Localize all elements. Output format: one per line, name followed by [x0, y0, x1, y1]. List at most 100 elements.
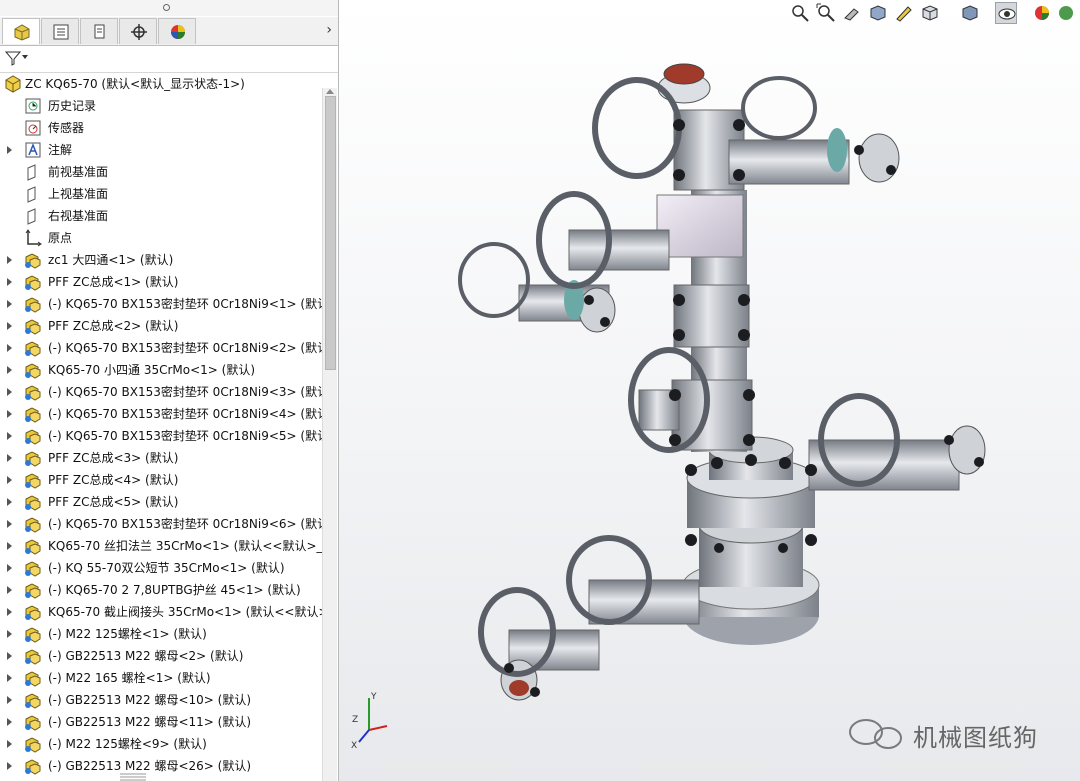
- tree-item[interactable]: (-) KQ 55-70双公短节 35CrMo<1> (默认): [0, 557, 322, 579]
- expand-arrow-icon[interactable]: [7, 498, 12, 506]
- tree-item[interactable]: 前视基准面: [0, 161, 322, 183]
- tree-item[interactable]: 注解: [0, 139, 322, 161]
- tree-item[interactable]: PFF ZC总成<4> (默认): [0, 469, 322, 491]
- tab-scroll-right-icon[interactable]: ›: [326, 22, 332, 38]
- tree-item[interactable]: 原点: [0, 227, 322, 249]
- apply-scene-button[interactable]: [1055, 2, 1077, 24]
- section-view-button[interactable]: [867, 2, 889, 24]
- grip-dot: [163, 4, 170, 11]
- tree-item[interactable]: 右视基准面: [0, 205, 322, 227]
- scroll-up-icon[interactable]: [326, 89, 334, 94]
- tree-item[interactable]: 上视基准面: [0, 183, 322, 205]
- expand-arrow-icon[interactable]: [7, 410, 12, 418]
- tree-item[interactable]: (-) KQ65-70 BX153密封垫环 0Cr18Ni9<4> (默认): [0, 403, 322, 425]
- bottom-grip-icon[interactable]: [118, 773, 148, 781]
- expand-arrow-icon[interactable]: [7, 322, 12, 330]
- expand-arrow-icon[interactable]: [7, 520, 12, 528]
- tree-item[interactable]: (-) GB22513 M22 螺母<26> (默认): [0, 755, 322, 777]
- triad-x-label: X: [351, 741, 357, 750]
- tree-item[interactable]: (-) GB22513 M22 螺母<2> (默认): [0, 645, 322, 667]
- tree-item[interactable]: (-) KQ65-70 BX153密封垫环 0Cr18Ni9<6> (默认): [0, 513, 322, 535]
- subassembly-icon: [25, 253, 41, 269]
- graphics-viewport[interactable]: Y Z X 机械图纸狗: [339, 0, 1080, 781]
- tree-item[interactable]: KQ65-70 截止阀接头 35CrMo<1> (默认<<默认>: [0, 601, 322, 623]
- expand-arrow-icon[interactable]: [7, 740, 12, 748]
- tree-item[interactable]: zc1 大四通<1> (默认): [0, 249, 322, 271]
- tab-featuremanager[interactable]: [2, 18, 40, 44]
- subassembly-icon: [25, 737, 41, 753]
- expand-arrow-icon[interactable]: [7, 454, 12, 462]
- tab-display-manager[interactable]: [158, 18, 196, 44]
- tree-item[interactable]: (-) M22 125螺栓<1> (默认): [0, 623, 322, 645]
- subassembly-icon: [25, 473, 41, 489]
- expand-arrow-icon[interactable]: [7, 344, 12, 352]
- tree-item[interactable]: (-) KQ65-70 BX153密封垫环 0Cr18Ni9<5> (默认): [0, 425, 322, 447]
- display-style-icon: [962, 5, 978, 21]
- expand-arrow-icon[interactable]: [7, 652, 12, 660]
- subassembly-icon: [25, 275, 41, 291]
- expand-arrow-icon[interactable]: [7, 718, 12, 726]
- tree-item-label: (-) GB22513 M22 螺母<11> (默认): [48, 715, 252, 729]
- filter-dropdown-caret-icon[interactable]: [22, 55, 28, 59]
- tree-item[interactable]: (-) KQ65-70 BX153密封垫环 0Cr18Ni9<3> (默认): [0, 381, 322, 403]
- tree-item-label: 上视基准面: [48, 187, 109, 201]
- tree-scrollbar[interactable]: [322, 88, 337, 781]
- expand-arrow-icon[interactable]: [7, 256, 12, 264]
- tree-item-label: (-) GB22513 M22 螺母<26> (默认): [48, 759, 252, 773]
- tree-item[interactable]: (-) M22 125螺栓<9> (默认): [0, 733, 322, 755]
- view-orientation-button[interactable]: [919, 2, 941, 24]
- tree-item[interactable]: (-) GB22513 M22 螺母<11> (默认): [0, 711, 322, 733]
- tree-item[interactable]: PFF ZC总成<3> (默认): [0, 447, 322, 469]
- filter-icon[interactable]: [5, 50, 21, 66]
- display-style-button[interactable]: [959, 2, 981, 24]
- subassembly-icon: [25, 407, 41, 423]
- expand-arrow-icon[interactable]: [7, 278, 12, 286]
- expand-arrow-icon[interactable]: [7, 762, 12, 770]
- expand-arrow-icon[interactable]: [7, 432, 12, 440]
- tree-item[interactable]: KQ65-70 小四通 35CrMo<1> (默认): [0, 359, 322, 381]
- expand-arrow-icon[interactable]: [7, 586, 12, 594]
- zoom-to-fit-button[interactable]: [789, 2, 811, 24]
- tab-propertymanager[interactable]: [41, 18, 79, 44]
- expand-arrow-icon[interactable]: [7, 388, 12, 396]
- tab-configurationmanager[interactable]: [80, 18, 118, 44]
- tree-item[interactable]: 传感器: [0, 117, 322, 139]
- scrollbar-thumb[interactable]: [325, 96, 336, 370]
- dynamic-annotation-button[interactable]: [893, 2, 915, 24]
- subassembly-icon: [25, 341, 41, 357]
- tree-item[interactable]: PFF ZC总成<5> (默认): [0, 491, 322, 513]
- tree-item[interactable]: (-) KQ65-70 BX153密封垫环 0Cr18Ni9<1> (默认): [0, 293, 322, 315]
- subassembly-icon: [25, 627, 41, 643]
- expand-arrow-icon[interactable]: [7, 542, 12, 550]
- tab-dimxpert[interactable]: [119, 18, 157, 44]
- tree-item[interactable]: (-) M22 165 螺栓<1> (默认): [0, 667, 322, 689]
- expand-arrow-icon[interactable]: [7, 608, 12, 616]
- edit-appearance-button[interactable]: [1031, 2, 1053, 24]
- expand-arrow-icon[interactable]: [7, 300, 12, 308]
- tree-item[interactable]: PFF ZC总成<2> (默认): [0, 315, 322, 337]
- expand-arrow-icon[interactable]: [7, 674, 12, 682]
- expand-arrow-icon[interactable]: [7, 696, 12, 704]
- tree-item[interactable]: KQ65-70 丝扣法兰 35CrMo<1> (默认<<默认>_显: [0, 535, 322, 557]
- previous-view-button[interactable]: [841, 2, 863, 24]
- reference-triad: Y Z X: [351, 692, 388, 750]
- zoom-to-area-button[interactable]: [815, 2, 837, 24]
- expand-arrow-icon[interactable]: [7, 146, 12, 154]
- expand-arrow-icon[interactable]: [7, 476, 12, 484]
- panel-grip[interactable]: [0, 0, 338, 16]
- tree-item-label: PFF ZC总成<3> (默认): [48, 451, 179, 465]
- tree-item[interactable]: (-) KQ65-70 BX153密封垫环 0Cr18Ni9<2> (默认): [0, 337, 322, 359]
- wellhead-christmas-tree-model[interactable]: [339, 0, 1080, 781]
- tree-item-label: (-) GB22513 M22 螺母<10> (默认): [48, 693, 252, 707]
- tree-item[interactable]: (-) GB22513 M22 螺母<10> (默认): [0, 689, 322, 711]
- tree-item[interactable]: (-) KQ65-70 2 7,8UPTBG护丝 45<1> (默认): [0, 579, 322, 601]
- expand-arrow-icon[interactable]: [7, 630, 12, 638]
- tree-root-assembly[interactable]: ZC KQ65-70 (默认<默认_显示状态-1>): [0, 73, 322, 95]
- tree-item[interactable]: PFF ZC总成<1> (默认): [0, 271, 322, 293]
- expand-arrow-icon[interactable]: [7, 564, 12, 572]
- property-list-icon: [53, 24, 69, 40]
- expand-arrow-icon[interactable]: [7, 366, 12, 374]
- hide-show-items-button[interactable]: [995, 2, 1017, 24]
- sensor-icon: [25, 120, 41, 136]
- tree-item[interactable]: 历史记录: [0, 95, 322, 117]
